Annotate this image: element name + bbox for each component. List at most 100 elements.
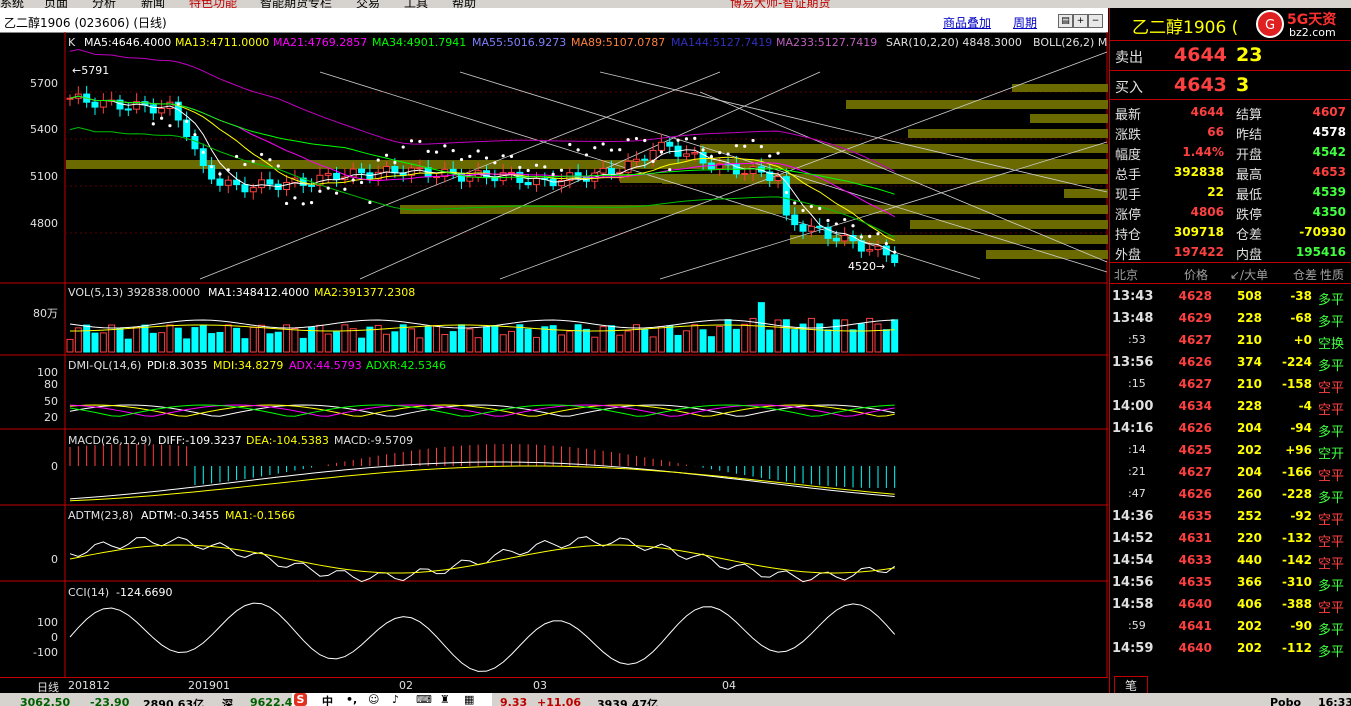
- tick-row[interactable]: 14:16 4626 204 -94 多平: [1110, 419, 1351, 440]
- volume-bar: [216, 331, 224, 353]
- tick-row[interactable]: 13:48 4629 228 -68 多平: [1110, 309, 1351, 330]
- volume-bar: [366, 326, 374, 353]
- sar-dot: [176, 102, 180, 106]
- tick-row[interactable]: 14:00 4634 228 -4 空平: [1110, 397, 1351, 418]
- volume-bar: [674, 334, 682, 353]
- tick-nature: 多平: [1318, 315, 1345, 330]
- tick-nature: 空平: [1318, 557, 1345, 572]
- sar-dot: [235, 154, 239, 159]
- stat-key: 昨结: [1236, 128, 1263, 143]
- tick-row[interactable]: 13:56 4626 374 -224 多平: [1110, 353, 1351, 374]
- tick-row[interactable]: 14:58 4640 406 -388 空平: [1110, 595, 1351, 616]
- volume-bar: [99, 332, 107, 353]
- tick-row[interactable]: 14:54 4633 440 -142 空平: [1110, 551, 1351, 572]
- overlay-commodity-link[interactable]: 商品叠加: [943, 14, 991, 31]
- tick-price: 4629: [1178, 311, 1212, 325]
- menu-system[interactable]: 系统: [0, 0, 24, 8]
- brand-label: Pobo: [1270, 696, 1302, 706]
- ime-voice-icon[interactable]: ♪: [392, 693, 399, 706]
- vol-ma1-label: MA1:348412.4000: [208, 286, 310, 299]
- layout-icon[interactable]: ▤: [1058, 14, 1073, 28]
- stat-key: 结算: [1236, 108, 1263, 123]
- menu-page[interactable]: 页面: [44, 0, 68, 8]
- sar-dot: [326, 186, 330, 190]
- menu-special[interactable]: 特色功能: [189, 0, 237, 8]
- ask-row[interactable]: 卖出 4644 23: [1110, 42, 1351, 71]
- sar-dot: [734, 144, 739, 148]
- sar-dot: [426, 149, 430, 153]
- high-marker: ←5791: [72, 64, 110, 77]
- tick-row[interactable]: :53 4627 210 +0 空换: [1110, 331, 1351, 352]
- tick-row[interactable]: :59 4641 202 -90 多平: [1110, 617, 1351, 638]
- tab-trades[interactable]: 笔: [1114, 676, 1148, 693]
- stat-key: 最低: [1236, 188, 1263, 203]
- kline-chart[interactable]: [0, 32, 1108, 677]
- menu-analysis[interactable]: 分析: [92, 0, 116, 8]
- dmi-pdi-label: PDI:8.3035: [147, 359, 208, 372]
- candle-body: [99, 100, 107, 108]
- stat-key: 外盘: [1115, 248, 1142, 263]
- volume-bar: [749, 317, 757, 353]
- stat-value: 4578: [1312, 125, 1346, 139]
- sar-dot: [626, 138, 630, 142]
- volume-bar: [866, 317, 874, 353]
- ma233-label: MA233:5127.7419: [776, 36, 878, 49]
- tick-row[interactable]: 14:59 4640 202 -112 多平: [1110, 639, 1351, 660]
- ask-volume: 23: [1236, 44, 1263, 66]
- menu-tools[interactable]: 工具: [404, 0, 428, 8]
- sar-dot: [193, 133, 197, 137]
- volume-bar: [474, 337, 482, 353]
- menu-smart-futures[interactable]: 智能期货专栏: [260, 0, 332, 8]
- tick-volume: 202: [1236, 619, 1262, 633]
- volume-bar: [807, 317, 815, 353]
- ime-toolbar[interactable]: S 中 •, ☺ ♪ ⌨ ♜ ▦: [292, 693, 492, 706]
- sar-dot: [618, 148, 622, 152]
- tick-row[interactable]: :47 4626 260 -228 多平: [1110, 485, 1351, 506]
- menu-help[interactable]: 帮助: [452, 0, 476, 8]
- candle-body: [233, 179, 241, 186]
- menu-news[interactable]: 新闻: [141, 0, 165, 8]
- tick-time: 14:54: [1112, 553, 1154, 568]
- zoom-out-icon[interactable]: −: [1088, 14, 1103, 28]
- ticks-list[interactable]: 13:43 4628 508 -38 多平 13:48 4629 228 -68 多平:53 462…: [1110, 284, 1351, 674]
- stat-value: 309718: [1173, 225, 1224, 239]
- tick-oi-change: -388: [1281, 597, 1312, 611]
- tick-row[interactable]: 13:43 4628 508 -38 多平: [1110, 287, 1351, 308]
- macd-value-label: MACD:-9.5709: [334, 434, 414, 447]
- ime-mode-icon[interactable]: 中: [322, 693, 333, 706]
- stat-row: 涨停 4806 跌停 4350: [1110, 202, 1351, 223]
- tick-row[interactable]: :21 4627 204 -166 空平: [1110, 463, 1351, 484]
- ime-keyboard-icon[interactable]: ⌨: [416, 693, 432, 706]
- tick-row[interactable]: :15 4627 210 -158 空平: [1110, 375, 1351, 396]
- ime-menu-icon[interactable]: ▦: [464, 693, 474, 706]
- tick-row[interactable]: 14:36 4635 252 -92 空平: [1110, 507, 1351, 528]
- sar-dot: [634, 136, 639, 141]
- sar-dot: [859, 235, 863, 239]
- bid-row[interactable]: 买入 4643 3: [1110, 71, 1351, 100]
- stat-key: 涨停: [1115, 208, 1142, 223]
- tick-nature: 多平: [1318, 579, 1345, 594]
- tick-row[interactable]: :14 4625 202 +96 空开: [1110, 441, 1351, 462]
- ime-skin-icon[interactable]: ♜: [440, 693, 450, 706]
- tick-row[interactable]: 14:52 4631 220 -132 空平: [1110, 529, 1351, 550]
- ime-emoji-icon[interactable]: ☺: [368, 693, 379, 706]
- price-tick-5700: 5700: [30, 77, 58, 90]
- logo-badge-icon: G: [1256, 10, 1284, 38]
- ime-punct-icon[interactable]: •,: [346, 693, 357, 706]
- sar-dot: [309, 201, 314, 205]
- tick-volume: 508: [1236, 289, 1262, 303]
- stat-value: 66: [1207, 125, 1224, 139]
- tick-row[interactable]: 14:56 4635 366 -310 多平: [1110, 573, 1351, 594]
- ime-logo-icon[interactable]: S: [294, 693, 307, 706]
- volume-bar: [224, 324, 232, 353]
- volume-bar: [574, 324, 582, 353]
- tick-price: 4641: [1178, 619, 1212, 633]
- tick-nature: 空平: [1318, 381, 1345, 396]
- sar-dot: [793, 201, 797, 205]
- zoom-in-icon[interactable]: +: [1073, 14, 1088, 28]
- sar-dot: [893, 250, 897, 254]
- adtm-tick-0: 0: [51, 553, 58, 566]
- time-tick: 04: [722, 679, 736, 692]
- menu-trade[interactable]: 交易: [356, 0, 380, 8]
- period-link[interactable]: 周期: [1013, 14, 1037, 31]
